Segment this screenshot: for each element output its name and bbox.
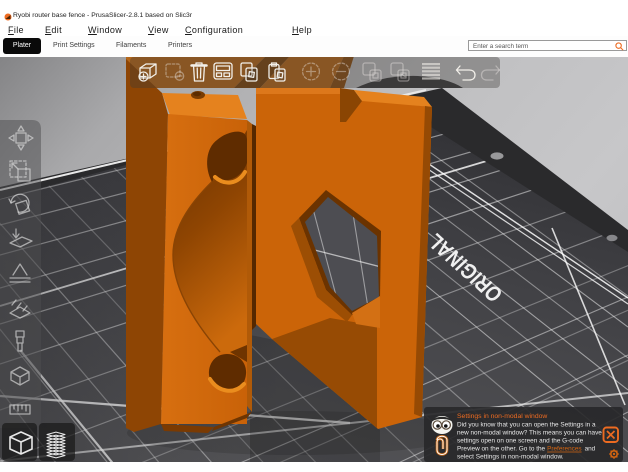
svg-text:Preferences: Preferences — [547, 446, 581, 453]
svg-text:Preview on the other. Go to th: Preview on the other. Go to the — [457, 446, 546, 453]
svg-text:select Settings in non-modal w: select Settings in non-modal window. — [457, 454, 564, 461]
svg-text:new non-modal window? This mea: new non-modal window? This means you can… — [457, 430, 602, 437]
svg-text:and: and — [585, 446, 596, 453]
svg-text:settings open on one screen an: settings open on one screen and the G-co… — [457, 438, 584, 445]
svg-text:Settings in non-modal window: Settings in non-modal window — [457, 413, 547, 420]
svg-text:Did you know that you can open: Did you know that you can open the Setti… — [457, 422, 596, 429]
